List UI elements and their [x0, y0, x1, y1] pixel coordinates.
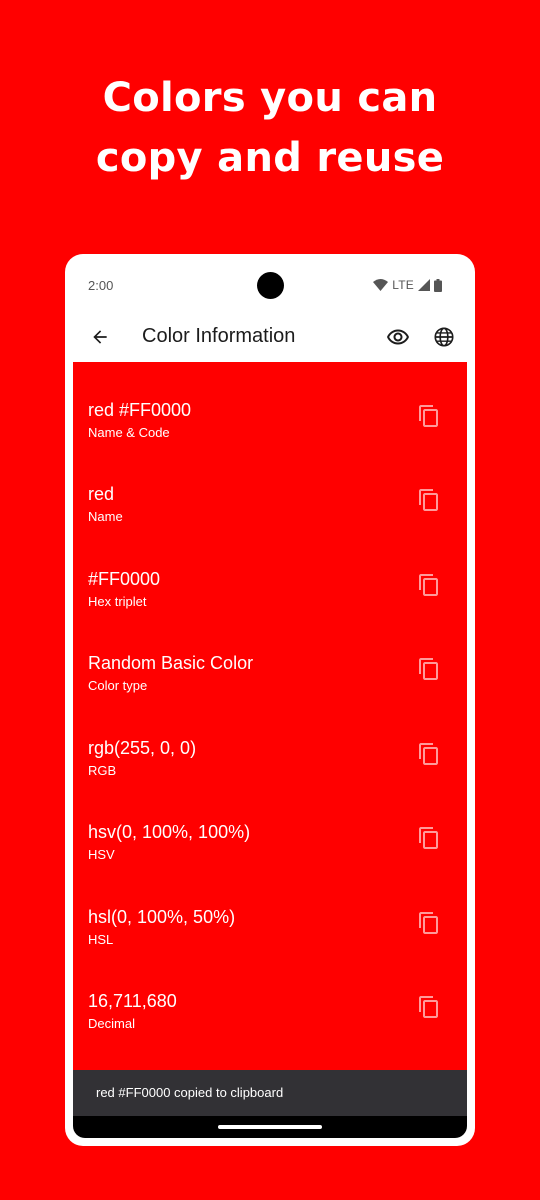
- item-label: Color type: [88, 678, 148, 693]
- copy-icon: [419, 574, 438, 596]
- item-label: HSV: [88, 847, 115, 862]
- item-value: #FF0000: [88, 569, 161, 589]
- copy-button[interactable]: [415, 993, 443, 1021]
- copy-icon: [419, 658, 438, 680]
- promo-headline: Colors you can copy and reuse: [0, 68, 540, 188]
- list-item[interactable]: red #FF0000 Name & Code: [73, 399, 467, 483]
- item-label: Name & Code: [88, 425, 170, 440]
- copy-icon: [419, 489, 438, 511]
- item-value: 16,711,680: [88, 991, 177, 1011]
- item-label: Decimal: [88, 1016, 135, 1031]
- signal-icon: [418, 279, 430, 291]
- snackbar-message: red #FF0000 copied to clipboard: [96, 1085, 284, 1100]
- list-item[interactable]: 16,711,680 Decimal: [73, 990, 467, 1074]
- copy-icon: [419, 405, 438, 427]
- list-item[interactable]: #FF0000 Hex triplet: [73, 568, 467, 652]
- headline-line-1: Colors you can: [102, 75, 438, 121]
- phone-frame: 2:00 LTE Color Information red #FF0000 N…: [65, 254, 475, 1146]
- status-icons: LTE: [373, 277, 442, 293]
- color-info-list: red #FF0000 Name & Code red Name #FF0000…: [73, 362, 467, 1070]
- copy-button[interactable]: [415, 909, 443, 937]
- copy-button[interactable]: [415, 655, 443, 683]
- copy-button[interactable]: [415, 824, 443, 852]
- camera-cutout: [257, 272, 284, 299]
- copy-button[interactable]: [415, 571, 443, 599]
- home-handle[interactable]: [218, 1125, 322, 1129]
- item-label: Name: [88, 509, 123, 524]
- item-label: HSL: [88, 932, 114, 947]
- gesture-nav-bar: [73, 1116, 467, 1138]
- item-label: RGB: [88, 763, 117, 778]
- list-item[interactable]: Random Basic Color Color type: [73, 652, 467, 736]
- copy-button[interactable]: [415, 486, 443, 514]
- globe-icon: [434, 327, 454, 347]
- list-item[interactable]: red Name: [73, 483, 467, 567]
- headline-line-2: copy and reuse: [95, 135, 445, 181]
- item-value: red: [88, 484, 115, 504]
- copy-icon: [419, 743, 438, 765]
- phone-screen: 2:00 LTE Color Information red #FF0000 N…: [73, 254, 467, 1138]
- eye-icon: [387, 329, 409, 345]
- item-label: Hex triplet: [88, 594, 147, 609]
- copy-icon: [419, 827, 438, 849]
- copy-icon: [419, 912, 438, 934]
- copy-button[interactable]: [415, 402, 443, 430]
- item-value: hsl(0, 100%, 50%): [88, 907, 236, 927]
- list-item[interactable]: hsl(0, 100%, 50%) HSL: [73, 906, 467, 990]
- status-bar: 2:00 LTE: [73, 254, 467, 318]
- network-type: LTE: [392, 278, 414, 292]
- snackbar: red #FF0000 copied to clipboard: [73, 1070, 467, 1116]
- app-bar: Color Information: [73, 312, 467, 362]
- promo-page: Colors you can copy and reuse 2:00 LTE C…: [0, 0, 540, 1200]
- copy-icon: [419, 996, 438, 1018]
- item-value: hsv(0, 100%, 100%): [88, 822, 251, 842]
- back-arrow-icon: [93, 330, 107, 344]
- battery-icon: [434, 278, 442, 292]
- page-title: Color Information: [142, 325, 296, 347]
- back-button[interactable]: [87, 324, 113, 350]
- status-time: 2:00: [88, 278, 114, 293]
- list-item[interactable]: rgb(255, 0, 0) RGB: [73, 737, 467, 821]
- copy-button[interactable]: [415, 740, 443, 768]
- wifi-icon: [373, 279, 389, 291]
- list-item[interactable]: hsv(0, 100%, 100%) HSV: [73, 821, 467, 905]
- item-value: Random Basic Color: [88, 653, 254, 673]
- view-button[interactable]: [385, 324, 411, 350]
- item-value: red #FF0000: [88, 400, 192, 420]
- item-value: rgb(255, 0, 0): [88, 738, 197, 758]
- language-button[interactable]: [431, 324, 457, 350]
